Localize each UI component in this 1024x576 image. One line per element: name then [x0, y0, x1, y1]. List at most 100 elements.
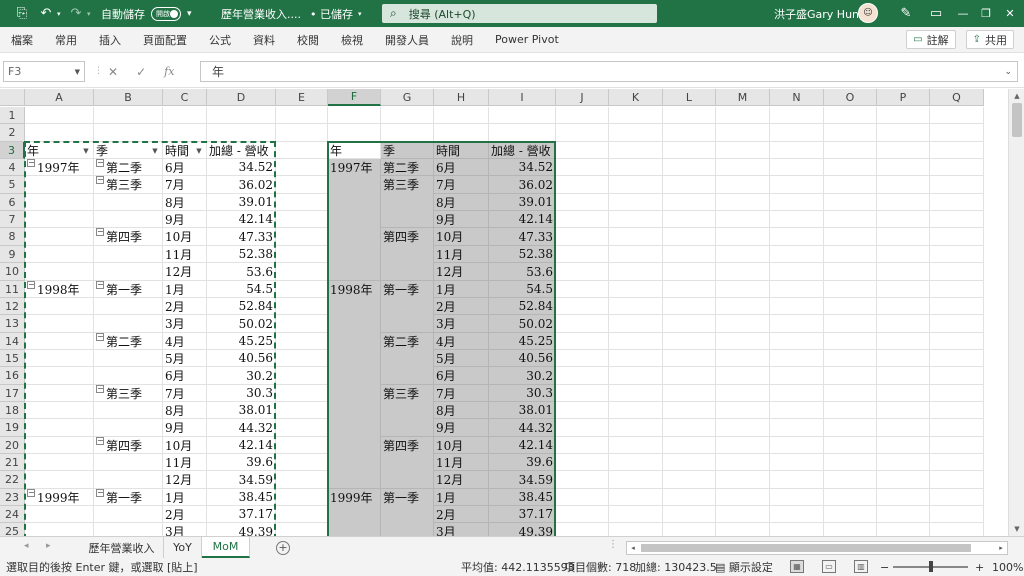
- cell[interactable]: [556, 506, 609, 523]
- cell[interactable]: [930, 159, 984, 176]
- sheet-tab-mom[interactable]: MoM: [202, 537, 250, 558]
- pivot-month[interactable]: 9月: [163, 211, 207, 228]
- formula-input[interactable]: 年 ⌄: [200, 61, 1018, 82]
- cell[interactable]: [556, 350, 609, 367]
- cell[interactable]: [663, 107, 716, 124]
- collapse-icon[interactable]: −: [96, 228, 104, 236]
- close-icon[interactable]: ✕: [987, 0, 1024, 27]
- cell[interactable]: [556, 211, 609, 228]
- cell[interactable]: [609, 211, 663, 228]
- collapse-icon[interactable]: −: [27, 281, 35, 289]
- cell[interactable]: [609, 315, 663, 333]
- pivot-month[interactable]: 10月: [163, 228, 207, 246]
- pivot-month[interactable]: 12月: [163, 263, 207, 281]
- cell[interactable]: [770, 228, 824, 246]
- row-header-3[interactable]: 3: [0, 142, 25, 159]
- pivot-month[interactable]: 8月: [163, 194, 207, 211]
- cell[interactable]: [716, 385, 770, 402]
- pivot-value[interactable]: 42.14: [207, 437, 276, 454]
- undo-icon[interactable]: ↶ ▾: [38, 0, 61, 27]
- cell[interactable]: [609, 228, 663, 246]
- cell[interactable]: [824, 523, 877, 536]
- cell[interactable]: [716, 107, 770, 124]
- copy-month[interactable]: 8月: [434, 402, 489, 419]
- copy-value[interactable]: 39.6: [489, 454, 556, 471]
- cell[interactable]: [276, 176, 328, 194]
- pivot-year[interactable]: −1999年: [25, 489, 94, 536]
- collapse-icon[interactable]: −: [27, 159, 35, 167]
- column-header-j[interactable]: J: [556, 89, 609, 106]
- copy-value[interactable]: 42.14: [489, 437, 556, 454]
- cell[interactable]: [824, 211, 877, 228]
- sheet-tab-yoy[interactable]: YoY: [164, 537, 202, 558]
- column-header-p[interactable]: P: [877, 89, 930, 106]
- cell[interactable]: [877, 298, 930, 315]
- cell[interactable]: [824, 350, 877, 367]
- cell[interactable]: [716, 159, 770, 176]
- cell[interactable]: [716, 246, 770, 263]
- cell[interactable]: [663, 315, 716, 333]
- cell[interactable]: [877, 228, 930, 246]
- row-header-16[interactable]: 16: [0, 367, 25, 385]
- pivot-value[interactable]: 30.3: [207, 385, 276, 402]
- autosave-toggle[interactable]: 開啟: [151, 6, 181, 21]
- cell[interactable]: [556, 367, 609, 385]
- filter-dropdown-icon[interactable]: ▼: [150, 146, 160, 156]
- cell[interactable]: [824, 107, 877, 124]
- tab-formulas[interactable]: 公式: [198, 32, 242, 48]
- cell[interactable]: [556, 471, 609, 489]
- pivot-value[interactable]: 39.01: [207, 194, 276, 211]
- cell[interactable]: [930, 281, 984, 298]
- cell[interactable]: [770, 281, 824, 298]
- cell[interactable]: [930, 471, 984, 489]
- pivot-value[interactable]: 34.59: [207, 471, 276, 489]
- pen-icon[interactable]: ✎: [898, 0, 914, 27]
- cell[interactable]: [716, 176, 770, 194]
- column-header-d[interactable]: D: [207, 89, 276, 106]
- copy-value[interactable]: 38.01: [489, 402, 556, 419]
- cell[interactable]: [770, 263, 824, 281]
- cell[interactable]: [824, 402, 877, 419]
- cell[interactable]: [877, 142, 930, 159]
- copy-header[interactable]: 季: [381, 142, 434, 159]
- cell[interactable]: [663, 506, 716, 523]
- cell[interactable]: [770, 194, 824, 211]
- cell[interactable]: [877, 333, 930, 350]
- cell[interactable]: [276, 489, 328, 506]
- cell[interactable]: [824, 142, 877, 159]
- cell[interactable]: [930, 367, 984, 385]
- cell[interactable]: [276, 385, 328, 402]
- pivot-value[interactable]: 54.5: [207, 281, 276, 298]
- row-header-21[interactable]: 21: [0, 454, 25, 471]
- cell[interactable]: [556, 298, 609, 315]
- cell[interactable]: [930, 454, 984, 471]
- cell[interactable]: [930, 350, 984, 367]
- cell[interactable]: [930, 419, 984, 437]
- cell[interactable]: [489, 107, 556, 124]
- row-header-13[interactable]: 13: [0, 315, 25, 333]
- copy-year[interactable]: 1998年: [328, 281, 381, 489]
- autosave-control[interactable]: 自動儲存 開啟: [101, 0, 181, 27]
- pivot-value[interactable]: 38.45: [207, 489, 276, 506]
- column-header-b[interactable]: B: [94, 89, 163, 106]
- copy-month[interactable]: 3月: [434, 523, 489, 536]
- cell[interactable]: [877, 281, 930, 298]
- pivot-value[interactable]: 45.25: [207, 333, 276, 350]
- cell[interactable]: [556, 333, 609, 350]
- column-header-m[interactable]: M: [716, 89, 770, 106]
- copy-value[interactable]: 39.01: [489, 194, 556, 211]
- cell[interactable]: [556, 454, 609, 471]
- copy-header[interactable]: 年: [328, 142, 381, 159]
- pivot-month[interactable]: 7月: [163, 385, 207, 402]
- collapse-icon[interactable]: −: [96, 489, 104, 497]
- pivot-value[interactable]: 38.01: [207, 402, 276, 419]
- copy-month[interactable]: 7月: [434, 385, 489, 402]
- cell[interactable]: [716, 142, 770, 159]
- pivot-month[interactable]: 9月: [163, 419, 207, 437]
- cell[interactable]: [930, 228, 984, 246]
- cell[interactable]: [663, 194, 716, 211]
- cell[interactable]: [824, 124, 877, 142]
- cell[interactable]: [824, 385, 877, 402]
- pivot-value[interactable]: 52.84: [207, 298, 276, 315]
- cell[interactable]: [716, 523, 770, 536]
